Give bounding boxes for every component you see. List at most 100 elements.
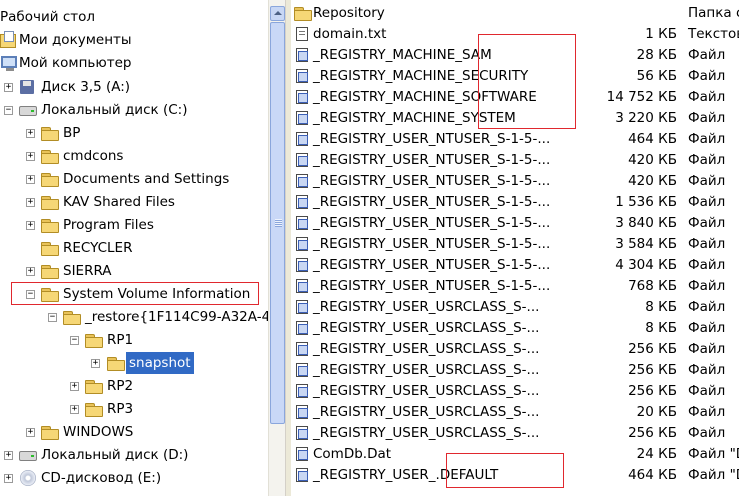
expand-icon[interactable]: + <box>70 405 79 414</box>
file-row[interactable]: _REGISTRY_MACHINE_SOFTWARE 14 752 КБ Файл <box>290 87 739 108</box>
collapse-icon[interactable]: − <box>48 313 57 322</box>
file-row[interactable]: _REGISTRY_MACHINE_SECURITY 56 КБ Файл <box>290 66 739 87</box>
file-name: _REGISTRY_MACHINE_SOFTWARE <box>313 89 537 105</box>
folder-icon <box>85 380 103 394</box>
file-row[interactable]: _REGISTRY_USER_USRCLASS_S-... 256 КБ Файл <box>290 381 739 402</box>
file-size: 8 КБ <box>645 320 677 336</box>
file-name: _REGISTRY_USER_NTUSER_S-1-5-... <box>313 194 551 210</box>
scroll-thumb[interactable] <box>270 22 285 424</box>
file-row[interactable]: _REGISTRY_USER_NTUSER_S-1-5-... 3 584 КБ Ф… <box>290 234 739 255</box>
grip-icon <box>275 219 282 227</box>
file-size: 420 КБ <box>628 152 677 168</box>
collapse-icon[interactable]: − <box>26 290 35 299</box>
folder-icon <box>294 7 312 21</box>
file-name: _REGISTRY_USER_USRCLASS_S-... <box>313 404 540 420</box>
cd-drive-icon <box>20 470 36 486</box>
expand-icon[interactable]: + <box>70 382 79 391</box>
file-row[interactable]: _REGISTRY_USER_NTUSER_S-1-5-... 420 КБ Фай… <box>290 171 739 192</box>
collapse-icon[interactable]: − <box>70 336 79 345</box>
file-type: Файл <box>688 425 726 441</box>
tree-item-label: BP <box>63 125 81 141</box>
tree-item-label: cmdcons <box>63 148 124 164</box>
file-icon <box>296 363 308 377</box>
file-name: _REGISTRY_MACHINE_SYSTEM <box>313 110 516 126</box>
tree-item-label: System Volume Information <box>63 286 251 302</box>
expand-icon[interactable]: + <box>26 267 35 276</box>
folder-icon <box>41 173 59 187</box>
file-icon <box>296 90 308 104</box>
file-name: _REGISTRY_USER_USRCLASS_S-... <box>313 362 540 378</box>
file-size: 8 КБ <box>645 299 677 315</box>
expand-icon[interactable]: + <box>26 152 35 161</box>
file-icon <box>296 279 308 293</box>
file-row[interactable]: _REGISTRY_USER_NTUSER_S-1-5-... 1 536 КБ Ф… <box>290 192 739 213</box>
file-type: Папка с <box>688 5 739 21</box>
file-name: _REGISTRY_USER_USRCLASS_S-... <box>313 425 540 441</box>
file-name: domain.txt <box>313 26 387 42</box>
file-row[interactable]: _REGISTRY_USER_USRCLASS_S-... 20 КБ Файл <box>290 402 739 423</box>
file-size: 1 536 КБ <box>615 194 677 210</box>
chevron-up-icon <box>274 11 282 15</box>
expand-icon[interactable]: + <box>26 221 35 230</box>
file-type: Файл <box>688 68 726 84</box>
tree-item-label: KAV Shared Files <box>63 194 175 210</box>
file-list: Repository Папка с domain.txt 1 КБ Текстов _R… <box>290 0 739 496</box>
folder-icon <box>41 196 59 210</box>
expand-icon[interactable]: + <box>91 359 100 368</box>
tree-item-label: Локальный диск (D:) <box>41 447 189 463</box>
expand-icon[interactable]: + <box>26 129 35 138</box>
file-name: _REGISTRY_USER_NTUSER_S-1-5-... <box>313 257 551 273</box>
file-icon <box>296 69 308 83</box>
folder-icon <box>41 288 59 302</box>
file-size: 4 304 КБ <box>615 257 677 273</box>
file-type: Файл <box>688 320 726 336</box>
expand-icon[interactable]: + <box>4 451 13 460</box>
file-name: _REGISTRY_USER_NTUSER_S-1-5-... <box>313 278 551 294</box>
file-row[interactable]: _REGISTRY_USER_USRCLASS_S-... 8 КБ Файл <box>290 318 739 339</box>
file-size: 420 КБ <box>628 173 677 189</box>
file-row[interactable]: _REGISTRY_USER_NTUSER_S-1-5-... 3 840 КБ Ф… <box>290 213 739 234</box>
file-row[interactable]: _REGISTRY_MACHINE_SYSTEM 3 220 КБ Файл <box>290 108 739 129</box>
expand-icon[interactable]: + <box>26 175 35 184</box>
collapse-icon[interactable]: − <box>4 106 13 115</box>
expand-icon[interactable]: + <box>4 474 13 483</box>
tree-item-label: SIERRA <box>63 263 112 279</box>
folder-icon <box>85 403 103 417</box>
file-icon <box>296 468 308 482</box>
file-type: Текстов <box>688 26 739 42</box>
file-row[interactable]: _REGISTRY_USER_NTUSER_S-1-5-... 768 КБ Фай… <box>290 276 739 297</box>
file-row[interactable]: _REGISTRY_USER_USRCLASS_S-... 256 КБ Файл <box>290 423 739 444</box>
file-row[interactable]: ComDb.Dat 24 КБ Файл "D <box>290 444 739 465</box>
file-name: _REGISTRY_USER_.DEFAULT <box>313 467 499 483</box>
file-size: 256 КБ <box>628 383 677 399</box>
file-type: Файл <box>688 341 726 357</box>
file-size: 256 КБ <box>628 341 677 357</box>
file-row[interactable]: _REGISTRY_USER_USRCLASS_S-... 256 КБ Файл <box>290 360 739 381</box>
file-icon <box>296 174 308 188</box>
folder-icon <box>41 150 59 164</box>
file-row[interactable]: _REGISTRY_MACHINE_SAM 28 КБ Файл <box>290 45 739 66</box>
file-icon <box>296 405 308 419</box>
file-name: _REGISTRY_USER_USRCLASS_S-... <box>313 383 540 399</box>
scroll-up-button[interactable] <box>270 6 285 21</box>
file-row[interactable]: domain.txt 1 КБ Текстов <box>290 24 739 45</box>
file-row[interactable]: _REGISTRY_USER_USRCLASS_S-... 256 КБ Файл <box>290 339 739 360</box>
file-icon <box>296 258 308 272</box>
file-row[interactable]: _REGISTRY_USER_NTUSER_S-1-5-... 420 КБ Фай… <box>290 150 739 171</box>
file-name: _REGISTRY_USER_NTUSER_S-1-5-... <box>313 152 551 168</box>
file-row[interactable]: _REGISTRY_USER_NTUSER_S-1-5-... 4 304 КБ Ф… <box>290 255 739 276</box>
folder-icon <box>41 219 59 233</box>
file-size: 464 КБ <box>628 131 677 147</box>
file-row[interactable]: _REGISTRY_USER_USRCLASS_S-... 8 КБ Файл <box>290 297 739 318</box>
file-row[interactable]: _REGISTRY_USER_.DEFAULT 464 КБ Файл "D <box>290 465 739 486</box>
folder-icon <box>41 265 59 279</box>
expand-icon[interactable]: + <box>26 198 35 207</box>
file-type: Файл <box>688 278 726 294</box>
expand-icon[interactable]: + <box>26 428 35 437</box>
expand-icon[interactable]: + <box>4 83 13 92</box>
tree-scrollbar[interactable] <box>268 0 286 496</box>
file-row[interactable]: Repository Папка с <box>290 3 739 24</box>
file-name: _REGISTRY_USER_USRCLASS_S-... <box>313 299 540 315</box>
file-row[interactable]: _REGISTRY_USER_NTUSER_S-1-5-... 464 КБ Фай… <box>290 129 739 150</box>
folder-icon <box>41 242 59 256</box>
